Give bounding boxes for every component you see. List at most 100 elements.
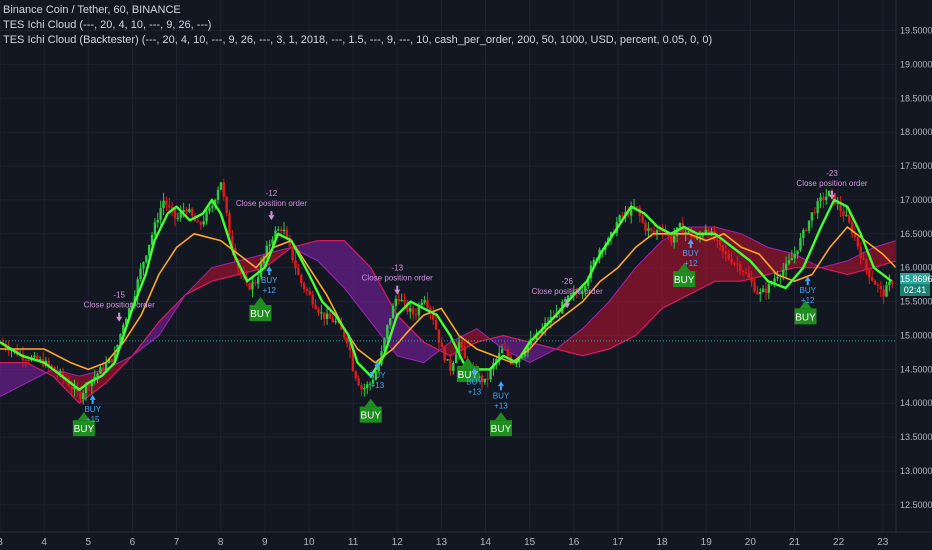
candle-body: [225, 196, 228, 213]
exit-arrow-stem: [831, 190, 833, 195]
candle-body: [724, 251, 728, 255]
candle-body: [394, 298, 398, 306]
time-axis-label: 12: [392, 537, 404, 548]
candle-body: [345, 337, 349, 344]
entry-arrow-stem: [473, 372, 476, 377]
candle-body: [452, 362, 455, 371]
indicator-legend-backtester[interactable]: TES Ichi Cloud (Backtester) (---, 20, 4,…: [3, 33, 712, 48]
exit-qty: -13: [391, 264, 403, 273]
candle-body: [153, 222, 157, 235]
candle-body: [420, 302, 423, 306]
candle-body: [282, 229, 286, 231]
candle-body: [366, 384, 369, 389]
candle-body: [388, 318, 392, 325]
price-axis-label: 14.5000: [900, 364, 932, 374]
candle-body: [489, 369, 492, 380]
exit-label: Close position order: [532, 287, 603, 296]
time-axis-label: 20: [745, 537, 757, 548]
candle-body: [440, 342, 444, 348]
indicator-legend-ichi-cloud[interactable]: TES Ichi Cloud (---, 20, 4, 10, ---, 9, …: [3, 18, 712, 33]
candle-body: [500, 349, 504, 354]
time-axis-label: 3: [0, 537, 3, 548]
time-axis-label: 21: [789, 537, 801, 548]
entry-label: BUY: [261, 276, 278, 285]
price-axis-label: 17.5000: [900, 161, 932, 171]
candle-body: [670, 235, 673, 243]
candle-body: [27, 360, 30, 362]
candle-body: [810, 212, 814, 221]
candle-body: [825, 196, 828, 201]
candle-body: [443, 347, 446, 361]
price-axis-label: 17.0000: [900, 195, 932, 205]
candle-body: [400, 299, 403, 302]
candle-body: [268, 244, 271, 246]
candle-body: [463, 347, 466, 359]
time-axis-label: 5: [85, 537, 91, 548]
candle-body: [673, 235, 676, 243]
candle-body: [414, 314, 418, 316]
time-axis-label: 15: [524, 537, 536, 548]
time-axis-label: 4: [41, 537, 47, 548]
candle-body: [302, 283, 306, 289]
candle-body: [285, 229, 289, 238]
candle-body: [819, 197, 822, 202]
candle-body: [655, 230, 659, 234]
candle-body: [305, 288, 309, 292]
price-chart[interactable]: BUYBUYBUYBUYBUYBUYBUYBUY+15BUY+12BUY+13 B…: [0, 0, 932, 550]
candle-body: [188, 208, 191, 213]
buy-label-text: BUY: [491, 424, 512, 435]
candle-body: [397, 298, 400, 302]
candle-body: [139, 268, 142, 280]
time-axis-label: 18: [657, 537, 669, 548]
candle-body: [423, 300, 426, 303]
candle-body: [426, 300, 429, 308]
candle-body: [96, 373, 99, 377]
candle-body: [185, 209, 188, 213]
entry-label: BUY: [466, 378, 483, 387]
candle-body: [449, 359, 452, 371]
candle-body: [716, 239, 719, 241]
candle-body: [248, 283, 251, 290]
exit-arrow-stem: [566, 299, 569, 304]
time-axis-label: 9: [262, 537, 268, 548]
candle-body: [102, 367, 105, 371]
candle-body: [82, 393, 85, 399]
bar-countdown-tag: 02:41: [900, 284, 930, 296]
candle-body: [70, 386, 73, 390]
entry-arrow-stem: [499, 386, 502, 391]
entry-qty: +13: [494, 401, 508, 410]
candle-body: [409, 308, 412, 312]
candle-body: [799, 238, 802, 251]
candle-body: [876, 284, 880, 286]
candle-body: [879, 285, 882, 290]
candle-body: [848, 215, 851, 223]
time-axis-label: 22: [833, 537, 845, 548]
price-axis-label: 19.0000: [900, 59, 932, 69]
time-axis-label: 7: [174, 537, 180, 548]
candle-body: [753, 282, 756, 292]
entry-arrow-stem: [689, 243, 692, 248]
candle-body: [782, 269, 785, 276]
entry-arrow-stem: [376, 365, 379, 370]
time-axis-label: 6: [130, 537, 136, 548]
symbol-title[interactable]: Binance Coin / Tether, 60, BINANCE: [3, 3, 712, 18]
time-axis-label: 19: [701, 537, 713, 548]
candle-body: [566, 295, 570, 300]
price-axis-label: 19.5000: [900, 25, 932, 35]
time-axis-label: 17: [612, 537, 624, 548]
candle-body: [331, 318, 334, 323]
entry-qty: +12: [801, 296, 815, 305]
price-axis-label: 13.5000: [900, 432, 932, 442]
time-axis-label: 10: [303, 537, 315, 548]
candle-body: [279, 229, 283, 231]
candle-body: [291, 246, 294, 261]
candle-body: [191, 208, 194, 216]
candle-body: [738, 264, 742, 271]
candle-body: [33, 355, 36, 358]
candle-body: [503, 349, 507, 351]
candle-body: [300, 274, 303, 284]
candle-body: [790, 258, 794, 261]
candle-body: [202, 221, 205, 225]
candle-body: [308, 291, 312, 295]
entry-label: BUY: [493, 391, 510, 400]
